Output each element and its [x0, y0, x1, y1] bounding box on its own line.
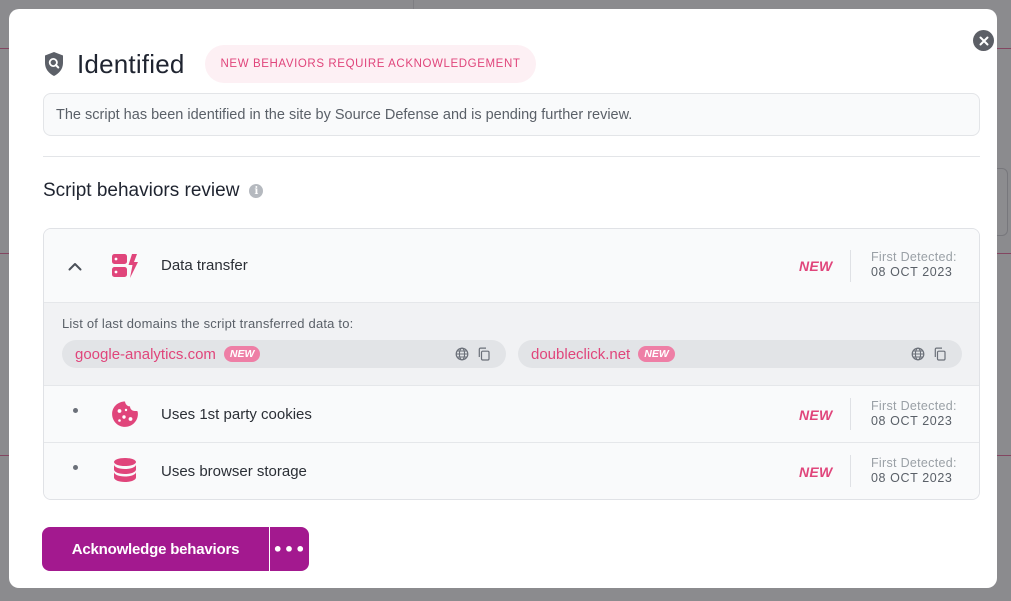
domain-chip-doubleclick[interactable]: doubleclick.net NEW	[518, 340, 962, 368]
modal-header: Identified NEW BEHAVIORS REQUIRE ACKNOWL…	[43, 45, 537, 83]
description-box: The script has been identified in the si…	[43, 93, 980, 136]
new-tag: NEW	[799, 258, 833, 274]
modal-title: Identified	[77, 48, 185, 79]
behavior-row-data-transfer[interactable]: Data transfer NEW First Detected: 08 OCT…	[44, 229, 979, 302]
domain-name: google-analytics.com	[75, 345, 216, 363]
new-tag: NEW	[799, 464, 833, 480]
behaviors-list: Data transfer NEW First Detected: 08 OCT…	[43, 228, 980, 500]
section-divider	[43, 156, 980, 157]
behavior-row-cookies[interactable]: Uses 1st party cookies NEW First Detecte…	[44, 385, 979, 442]
domain-tools	[454, 346, 492, 362]
action-button-group: Acknowledge behaviors •••	[42, 527, 309, 571]
info-icon[interactable]: i	[249, 184, 264, 198]
vertical-divider	[850, 455, 851, 487]
chevron-up-icon	[68, 262, 82, 270]
behavior-label: Uses browser storage	[161, 463, 307, 480]
copy-icon[interactable]	[476, 346, 492, 362]
behavior-review-modal: Identified NEW BEHAVIORS REQUIRE ACKNOWL…	[9, 9, 997, 588]
shield-search-icon	[45, 52, 63, 76]
data-transfer-icon	[112, 254, 138, 278]
database-icon	[114, 458, 136, 482]
acknowledge-behaviors-button[interactable]: Acknowledge behaviors	[42, 527, 269, 571]
close-button[interactable]	[973, 30, 994, 51]
behavior-row-browser-storage[interactable]: Uses browser storage NEW First Detected:…	[44, 442, 979, 499]
status-badge: NEW BEHAVIORS REQUIRE ACKNOWLEDGEMENT	[204, 45, 537, 83]
domains-panel: List of last domains the script transfer…	[44, 302, 979, 385]
domain-new-tag: NEW	[223, 346, 261, 362]
domain-tools	[910, 346, 948, 362]
collapse-toggle[interactable]	[66, 257, 84, 275]
cookie-icon	[112, 401, 138, 427]
first-detected-label: First Detected:	[871, 456, 957, 470]
bullet	[73, 465, 78, 470]
vertical-divider	[850, 250, 851, 282]
domain-new-tag: NEW	[638, 346, 675, 362]
first-detected-date: 08 OCT 2023	[871, 265, 953, 279]
vertical-divider	[850, 398, 851, 430]
first-detected: First Detected: 08 OCT 2023	[871, 250, 957, 280]
close-icon	[979, 36, 988, 45]
copy-icon[interactable]	[932, 346, 948, 362]
more-options-button[interactable]: •••	[269, 527, 309, 571]
first-detected: First Detected: 08 OCT 2023	[871, 399, 957, 429]
section-title: Script behaviors review i	[43, 180, 264, 202]
description-text: The script has been identified in the si…	[56, 106, 633, 123]
first-detected: First Detected: 08 OCT 2023	[871, 456, 957, 486]
new-tag: NEW	[799, 407, 833, 423]
behavior-label: Data transfer	[161, 257, 248, 274]
behavior-label: Uses 1st party cookies	[161, 406, 312, 423]
domain-chip-google-analytics[interactable]: google-analytics.com NEW	[62, 340, 506, 368]
domains-caption: List of last domains the script transfer…	[62, 316, 354, 331]
first-detected-label: First Detected:	[871, 250, 957, 264]
section-title-text: Script behaviors review	[43, 180, 240, 201]
first-detected-label: First Detected:	[871, 399, 957, 413]
bullet	[73, 408, 78, 413]
globe-icon[interactable]	[910, 346, 926, 362]
globe-icon[interactable]	[454, 346, 470, 362]
first-detected-date: 08 OCT 2023	[871, 471, 953, 485]
domain-name: doubleclick.net	[531, 345, 631, 363]
first-detected-date: 08 OCT 2023	[871, 414, 953, 428]
